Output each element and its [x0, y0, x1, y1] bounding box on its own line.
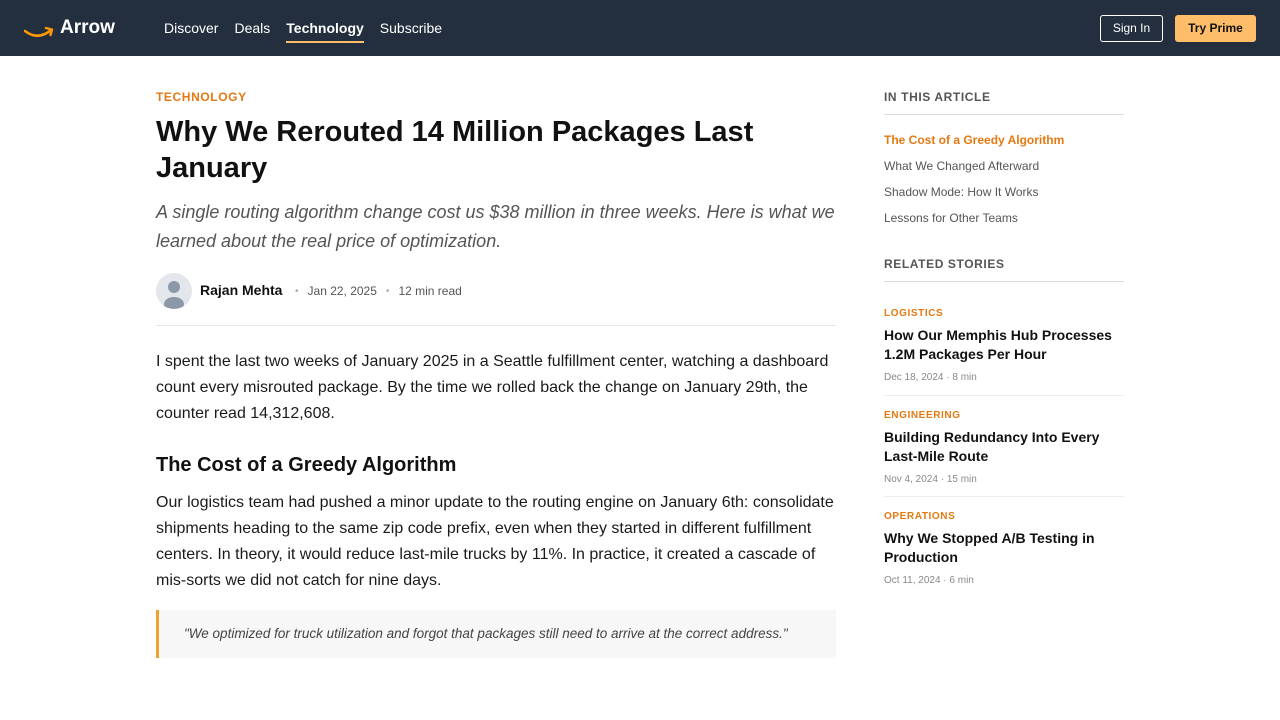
article-category[interactable]: TECHNOLOGY [156, 90, 247, 104]
story-title[interactable]: Building Redundancy Into Every Last-Mile… [884, 428, 1124, 466]
section-heading: The Cost of a Greedy Algorithm [156, 454, 457, 476]
related-story[interactable]: ENGINEERING Building Redundancy Into Eve… [884, 409, 1124, 497]
toc-item[interactable]: Lessons for Other Teams [884, 205, 1124, 231]
story-category: LOGISTICS [884, 308, 944, 319]
brand-logo[interactable]: Arrow [24, 16, 115, 40]
table-of-contents: The Cost of a Greedy Algorithm What We C… [884, 127, 1124, 231]
top-nav-bar: Arrow Discover Deals Technology Subscrib… [0, 0, 1280, 56]
story-title[interactable]: Why We Stopped A/B Testing in Production [884, 529, 1124, 567]
story-title[interactable]: How Our Memphis Hub Processes 1.2M Packa… [884, 326, 1124, 364]
article-meta: • Jan 22, 2025 • 12 min read [286, 284, 462, 298]
toc-item[interactable]: The Cost of a Greedy Algorithm [884, 127, 1124, 153]
byline: Rajan Mehta • Jan 22, 2025 • 12 min read [156, 272, 836, 326]
related-story[interactable]: LOGISTICS How Our Memphis Hub Processes … [884, 307, 1124, 396]
brand-name: Arrow [60, 17, 115, 38]
toc-item[interactable]: Shadow Mode: How It Works [884, 179, 1124, 205]
sign-in-button[interactable]: Sign In [1100, 15, 1163, 42]
read-time: 12 min read [398, 284, 462, 298]
author-avatar[interactable] [156, 273, 192, 309]
story-category: ENGINEERING [884, 410, 961, 421]
nav-technology[interactable]: Technology [286, 16, 364, 43]
pull-quote: "We optimized for truck utilization and … [156, 610, 836, 658]
separator-dot: • [385, 285, 390, 297]
toc-heading: IN THIS ARTICLE [884, 90, 1124, 115]
story-meta: Dec 18, 2024 · 8 min [884, 372, 977, 383]
nav-discover[interactable]: Discover [164, 16, 218, 40]
smile-arrow-icon [24, 26, 54, 38]
story-category: OPERATIONS [884, 511, 956, 522]
user-icon [164, 281, 184, 309]
related-heading: RELATED STORIES [884, 257, 1124, 282]
try-prime-button[interactable]: Try Prime [1175, 15, 1256, 42]
publish-date: Jan 22, 2025 [307, 284, 377, 298]
nav-deals[interactable]: Deals [234, 16, 270, 40]
story-meta: Nov 4, 2024 · 15 min [884, 474, 977, 485]
article-paragraph: I spent the last two weeks of January 20… [156, 353, 829, 422]
nav-subscribe[interactable]: Subscribe [380, 16, 442, 40]
related-story[interactable]: OPERATIONS Why We Stopped A/B Testing in… [884, 510, 1124, 598]
author-name[interactable]: Rajan Mehta [200, 282, 282, 298]
main-nav: Discover Deals Technology Subscribe [164, 0, 458, 56]
article-paragraph: Our logistics team had pushed a minor up… [156, 494, 834, 589]
separator-dot: • [295, 285, 299, 297]
article-title: Why We Rerouted 14 Million Packages Last… [156, 116, 754, 184]
article-subtitle: A single routing algorithm change cost u… [156, 202, 835, 251]
story-meta: Oct 11, 2024 · 6 min [884, 575, 974, 586]
toc-item[interactable]: What We Changed Afterward [884, 153, 1124, 179]
